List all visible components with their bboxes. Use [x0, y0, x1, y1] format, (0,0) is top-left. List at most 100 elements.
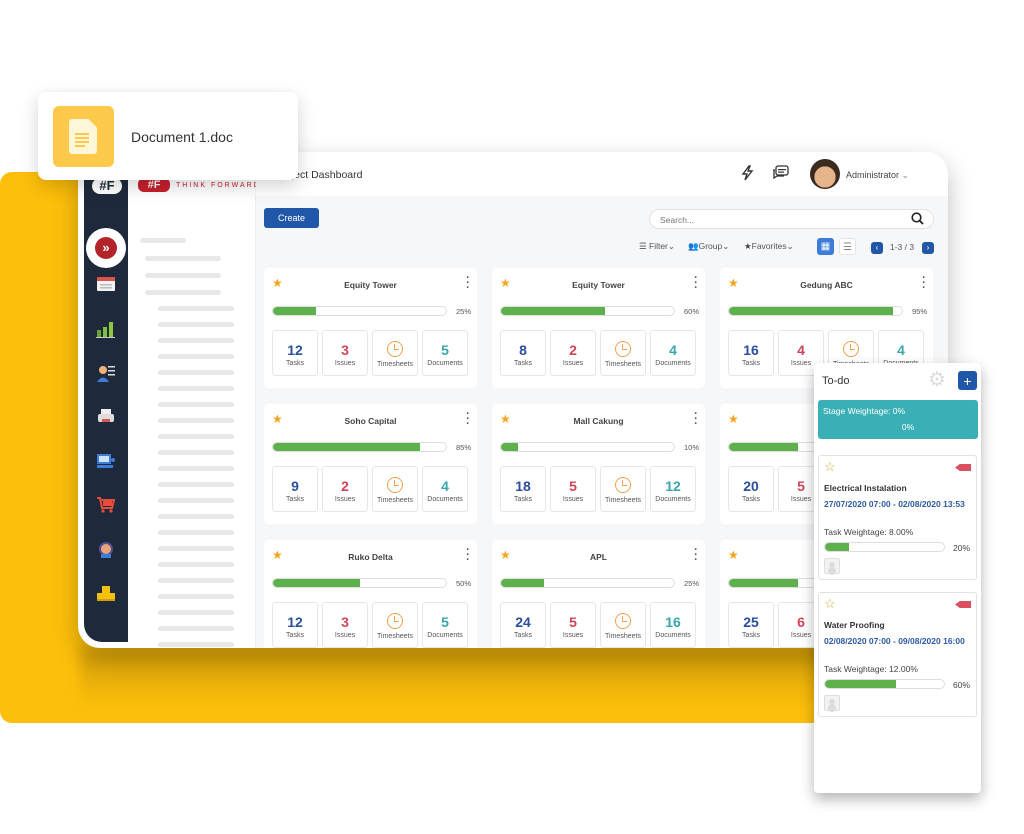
filter-label: Filter: [649, 241, 668, 251]
favorite-star-icon[interactable]: ★: [500, 412, 511, 426]
tasks-stat[interactable]: 9 Tasks: [272, 466, 318, 512]
project-progress-label: 25%: [455, 307, 471, 316]
clock-icon: [387, 477, 403, 493]
list-view-button[interactable]: ☰: [839, 238, 856, 255]
favorite-star-icon[interactable]: ★: [500, 548, 511, 562]
project-card[interactable]: ★ Mall Cakung · · · 10% 18 Tasks 5 Issues Timeshee…: [492, 404, 705, 524]
kebab-menu-icon[interactable]: ···: [693, 409, 699, 430]
menu-placeholder: [145, 256, 221, 261]
documents-stat[interactable]: 16 Documents: [650, 602, 696, 648]
tasks-stat[interactable]: 18 Tasks: [500, 466, 546, 512]
favorite-star-icon[interactable]: ★: [272, 412, 283, 426]
assignee-avatar-icon[interactable]: [824, 695, 840, 711]
employee-icon[interactable]: [96, 364, 116, 382]
timesheets-stat[interactable]: Timesheets: [372, 330, 418, 376]
printer-icon[interactable]: [96, 408, 116, 426]
tasks-stat[interactable]: 20 Tasks: [728, 466, 774, 512]
favorite-star-icon[interactable]: ★: [272, 276, 283, 290]
timesheets-stat[interactable]: Timesheets: [600, 330, 646, 376]
issues-stat[interactable]: 5 Issues: [550, 466, 596, 512]
tasks-stat[interactable]: 25 Tasks: [728, 602, 774, 648]
timesheets-stat[interactable]: Timesheets: [372, 602, 418, 648]
priority-tag-icon: [955, 601, 971, 608]
tasks-stat[interactable]: 16 Tasks: [728, 330, 774, 376]
favorites-button[interactable]: ★Favorites⌄: [744, 241, 794, 252]
filter-button[interactable]: ☰ Filter⌄: [639, 241, 675, 252]
support-agent-icon[interactable]: [96, 540, 116, 558]
favorite-star-icon[interactable]: ★: [728, 412, 739, 426]
create-button[interactable]: Create: [264, 208, 319, 228]
documents-stat[interactable]: 5 Documents: [422, 330, 468, 376]
chevron-down-icon: ⌄: [667, 241, 676, 251]
menu-placeholder: [158, 642, 234, 647]
user-menu[interactable]: Administrator ⌄: [846, 170, 909, 181]
favorite-star-icon[interactable]: ★: [500, 276, 511, 290]
project-card[interactable]: ★ Soho Capital · · · 85% 9 Tasks 2 Issues Timeshee…: [264, 404, 477, 524]
favorite-star-icon[interactable]: ★: [728, 548, 739, 562]
shopping-cart-icon[interactable]: [96, 496, 116, 514]
tasks-stat[interactable]: 24 Tasks: [500, 602, 546, 648]
lightning-icon[interactable]: [740, 165, 754, 185]
search-input[interactable]: [660, 213, 900, 227]
project-progress-bar: [272, 442, 447, 452]
documents-stat[interactable]: 5 Documents: [422, 602, 468, 648]
chevron-down-icon: ⌄: [722, 241, 730, 251]
pager-next[interactable]: ›: [922, 242, 934, 254]
computer-icon[interactable]: [96, 452, 116, 470]
document-chip[interactable]: Document 1.doc: [38, 92, 298, 180]
timesheets-stat[interactable]: Timesheets: [600, 602, 646, 648]
chat-icon[interactable]: [772, 165, 789, 185]
issues-stat[interactable]: 3 Issues: [322, 602, 368, 648]
tasks-stat[interactable]: 12 Tasks: [272, 330, 318, 376]
issues-stat[interactable]: 3 Issues: [322, 330, 368, 376]
timesheets-stat[interactable]: Timesheets: [600, 466, 646, 512]
bar-chart-icon[interactable]: [96, 320, 116, 338]
kebab-menu-icon[interactable]: ···: [465, 273, 471, 294]
sidebar-toggle[interactable]: »: [86, 228, 126, 268]
favorite-star-icon[interactable]: ★: [728, 276, 739, 290]
task-progress-bar: [824, 679, 945, 689]
pager-previous[interactable]: ‹: [871, 242, 883, 254]
issues-stat[interactable]: 5 Issues: [550, 602, 596, 648]
tasks-stat[interactable]: 12 Tasks: [272, 602, 318, 648]
favorite-star-icon[interactable]: ★: [272, 548, 283, 562]
calendar-icon[interactable]: [96, 276, 116, 294]
add-todo-button[interactable]: +: [958, 371, 977, 390]
kebab-menu-icon[interactable]: ···: [921, 273, 927, 294]
kebab-menu-icon[interactable]: ···: [693, 273, 699, 294]
kanban-view-button[interactable]: ▦: [817, 238, 834, 255]
tasks-stat[interactable]: 8 Tasks: [500, 330, 546, 376]
documents-count: 4: [441, 478, 449, 494]
documents-stat[interactable]: 12 Documents: [650, 466, 696, 512]
project-card[interactable]: ★ Equity Tower · · · 60% 8 Tasks 2 Issues Timeshee…: [492, 268, 705, 388]
project-card[interactable]: ★ Ruko Delta · · · 50% 12 Tasks 3 Issues Timesheet…: [264, 540, 477, 648]
kebab-menu-icon[interactable]: ···: [693, 545, 699, 566]
todo-task-card[interactable]: ☆ Water Proofing 02/08/2020 07:00 - 09/08/…: [818, 592, 977, 717]
kebab-menu-icon[interactable]: ···: [465, 409, 471, 430]
issues-label: Issues: [562, 496, 584, 503]
documents-stat[interactable]: 4 Documents: [422, 466, 468, 512]
documents-stat[interactable]: 4 Documents: [650, 330, 696, 376]
documents-count: 5: [441, 342, 449, 358]
inventory-icon[interactable]: [96, 584, 116, 602]
user-avatar[interactable]: [810, 159, 840, 189]
menu-placeholder: [158, 370, 234, 375]
favorite-star-icon[interactable]: ☆: [824, 459, 836, 475]
menu-placeholder: [158, 482, 234, 487]
assignee-avatar-icon[interactable]: [824, 558, 840, 574]
issues-stat[interactable]: 2 Issues: [550, 330, 596, 376]
issues-stat[interactable]: 2 Issues: [322, 466, 368, 512]
task-name: Water Proofing: [824, 620, 885, 630]
project-progress-fill: [273, 579, 360, 587]
menu-placeholder: [158, 546, 234, 551]
app-logo[interactable]: #F: [92, 178, 122, 194]
timesheets-stat[interactable]: Timesheets: [372, 466, 418, 512]
favorite-star-icon[interactable]: ☆: [824, 596, 836, 612]
project-card[interactable]: ★ Equity Tower · · · 25% 12 Tasks 3 Issues Timeshe…: [264, 268, 477, 388]
gear-icon[interactable]: ⚙: [928, 367, 946, 392]
search-icon[interactable]: [911, 212, 924, 228]
project-card[interactable]: ★ APL · · · 25% 24 Tasks 5 Issues Timesheets 16 Docu…: [492, 540, 705, 648]
group-button[interactable]: 👥Group⌄: [688, 241, 729, 252]
todo-task-card[interactable]: ☆ Electrical Instalation 27/07/2020 07:00 …: [818, 455, 977, 580]
kebab-menu-icon[interactable]: ···: [465, 545, 471, 566]
